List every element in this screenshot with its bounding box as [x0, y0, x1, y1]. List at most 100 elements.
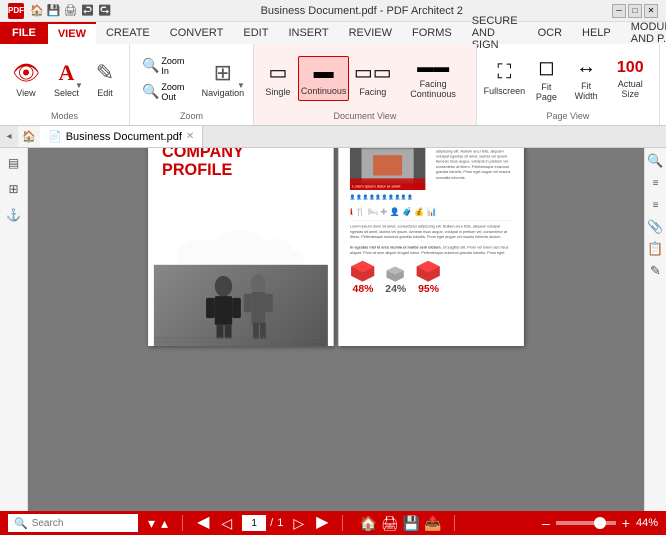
search-nav-down[interactable]: ▾ [146, 516, 157, 530]
page-spread: 2014 COMPANY PROFILE [148, 148, 524, 346]
doc-view-items: ▭ Single ▬ Continuous ▭▭ Facing ▬▬ Facin… [260, 48, 470, 109]
person-icon-10: 👤 [407, 194, 413, 199]
demo-image-box: Lorem ipsum dolor et amet [350, 148, 425, 189]
menu-create[interactable]: CREATE [96, 22, 160, 44]
menu-forms[interactable]: FORMS [402, 22, 462, 44]
chart-48 [350, 259, 376, 282]
menu-secure[interactable]: SECURE AND SIGN [462, 22, 528, 44]
home-tool-btn[interactable]: 🏠 [359, 515, 376, 532]
fit-page-icon: ◻ [538, 55, 555, 80]
document-view-group: ▭ Single ▬ Continuous ▭▭ Facing ▬▬ Facin… [254, 44, 477, 125]
zoom-in-status-btn[interactable]: + [620, 516, 632, 530]
tab-nav-prev[interactable]: ◂ [0, 126, 18, 147]
minimize-button[interactable]: ─ [612, 4, 626, 18]
fullscreen-icon: ⛶ [497, 61, 511, 84]
zoom-out-button[interactable]: 🔍 Zoom Out [136, 80, 197, 104]
view-label: View [16, 88, 35, 98]
facing-cont-label: Facing Continuous [402, 79, 464, 99]
edit-button[interactable]: ✎ Edit [87, 56, 123, 102]
main-area: ▤ ⊞ ⚓ 2014 COMPANY PROFILE [0, 148, 666, 511]
maximize-button[interactable]: □ [628, 4, 642, 18]
right-lines-btn[interactable]: ≡ [647, 174, 665, 192]
right-search-btn[interactable]: 🔍 [647, 152, 665, 170]
prev-btn-2[interactable]: ◁ [219, 516, 234, 530]
page-number-input[interactable] [242, 515, 266, 531]
dollar-icon: 💰 [414, 206, 424, 216]
menu-convert[interactable]: CONVERT [160, 22, 234, 44]
prev-page-btn[interactable]: ◀ [195, 515, 211, 531]
fit-width-label: Fit Width [573, 81, 600, 101]
fullscreen-button[interactable]: ⛶ Fullscreen [483, 57, 526, 100]
share-tool-btn[interactable]: 📤 [424, 515, 441, 532]
save-tool-btn[interactable]: 💾 [403, 515, 420, 532]
modes-group-label: Modes [51, 111, 78, 121]
menu-help[interactable]: HELP [572, 22, 621, 44]
zoom-in-label: Zoom In [161, 56, 190, 76]
search-area: 🔍 [8, 514, 138, 532]
stat-95-pct: 95% [415, 282, 441, 294]
right-list-btn[interactable]: ≡ [647, 196, 665, 214]
sidebar-thumbnails-btn[interactable]: ⊞ [3, 178, 25, 200]
zoom-out-status-btn[interactable]: – [540, 516, 552, 530]
select-dropdown-arrow: ▼ [75, 81, 83, 90]
search-input[interactable] [32, 518, 132, 529]
actual-size-label: Actual Size [613, 79, 647, 99]
navigation-button[interactable]: ⊞ Navigation ▼ [199, 56, 247, 102]
right-notes-btn[interactable]: 📋 [647, 240, 665, 258]
select-button[interactable]: A Select ▼ [48, 56, 85, 102]
zoom-items: 🔍 Zoom In 🔍 Zoom Out ⊞ Navigation ▼ [136, 48, 247, 109]
home-tab[interactable]: 🏠 [18, 126, 40, 147]
right-edit-btn[interactable]: ✎ [647, 262, 665, 280]
person-icon-6: 👤 [382, 194, 388, 199]
file-menu[interactable]: FILE [0, 22, 48, 44]
next-page-btn[interactable]: ▶ [314, 515, 330, 531]
page-view-group-label: Page View [547, 111, 590, 121]
zoom-level: 44% [636, 517, 658, 529]
right-sidebar: 🔍 ≡ ≡ 📎 📋 ✎ [644, 148, 666, 511]
stat-24-pct: 24% [385, 282, 406, 294]
search-nav-up[interactable]: ▴ [159, 516, 170, 530]
right-page: DEMOGRAPHICS Lorem ipsum dolor sit amet,… [338, 148, 524, 346]
divider-1 [182, 515, 183, 531]
title-left: PDF 🏠 💾 🖨 ↩ ↪ [8, 3, 112, 19]
stat-95: 95% [415, 259, 441, 294]
company-text: COMPANY PROFILE [162, 148, 320, 178]
single-button[interactable]: ▭ Single [260, 56, 296, 101]
navigation-icon: ⊞ [214, 60, 232, 86]
menu-modules[interactable]: MODULES AND P... [621, 22, 666, 44]
menu-ocr[interactable]: OCR [528, 22, 572, 44]
view-button[interactable]: 👁 View [6, 56, 46, 102]
person-icon-2: 👤 [356, 194, 362, 199]
zoom-slider[interactable] [556, 521, 616, 525]
print-tool-btn[interactable]: 🖨 [381, 515, 399, 532]
bottom-text: Lorem ipsum dolor sit amet, consectetur … [350, 224, 512, 256]
chart-icon: 📊 [427, 206, 437, 216]
status-bar: 🔍 ▾ ▴ ◀ ◁ / 1 ▷ ▶ 🏠 🖨 💾 📤 – + 44% [0, 511, 666, 535]
demo-image-col: Lorem ipsum dolor et amet 👤 👤 👤 👤 👤 👤 👤 … [350, 148, 431, 202]
actual-size-icon: 100 [617, 59, 644, 77]
fit-width-button[interactable]: ↔ Fit Width [567, 52, 606, 105]
facing-button[interactable]: ▭▭ Facing [351, 56, 394, 101]
menu-edit[interactable]: EDIT [233, 22, 278, 44]
menu-insert[interactable]: INSERT [278, 22, 338, 44]
zoom-in-button[interactable]: 🔍 Zoom In [136, 54, 197, 78]
fit-page-button[interactable]: ◻ Fit Page [528, 51, 565, 106]
actual-size-button[interactable]: 100 Actual Size [607, 55, 653, 103]
continuous-button[interactable]: ▬ Continuous [298, 56, 349, 101]
sidebar-pages-btn[interactable]: ▤ [3, 152, 25, 174]
right-clip-btn[interactable]: 📎 [647, 218, 665, 236]
doc-tab-close[interactable]: ✕ [186, 131, 194, 142]
doc-canvas[interactable]: 2014 COMPANY PROFILE [28, 148, 644, 511]
facing-continuous-button[interactable]: ▬▬ Facing Continuous [396, 55, 470, 103]
menu-review[interactable]: REVIEW [339, 22, 402, 44]
page-view-group: ⛶ Fullscreen ◻ Fit Page ↔ Fit Width 100 … [477, 44, 660, 125]
sidebar-anchor-btn[interactable]: ⚓ [3, 204, 25, 226]
doc-tab-business[interactable]: 📄 Business Document.pdf ✕ [40, 126, 203, 147]
next-btn-1[interactable]: ▷ [291, 516, 306, 530]
close-button[interactable]: ✕ [644, 4, 658, 18]
divider-3 [454, 515, 455, 531]
fit-width-icon: ↔ [576, 56, 596, 79]
modes-group: 👁 View A Select ▼ ✎ Edit Modes [0, 44, 130, 125]
menu-view[interactable]: VIEW [48, 22, 96, 44]
app-icon: PDF [8, 3, 24, 19]
